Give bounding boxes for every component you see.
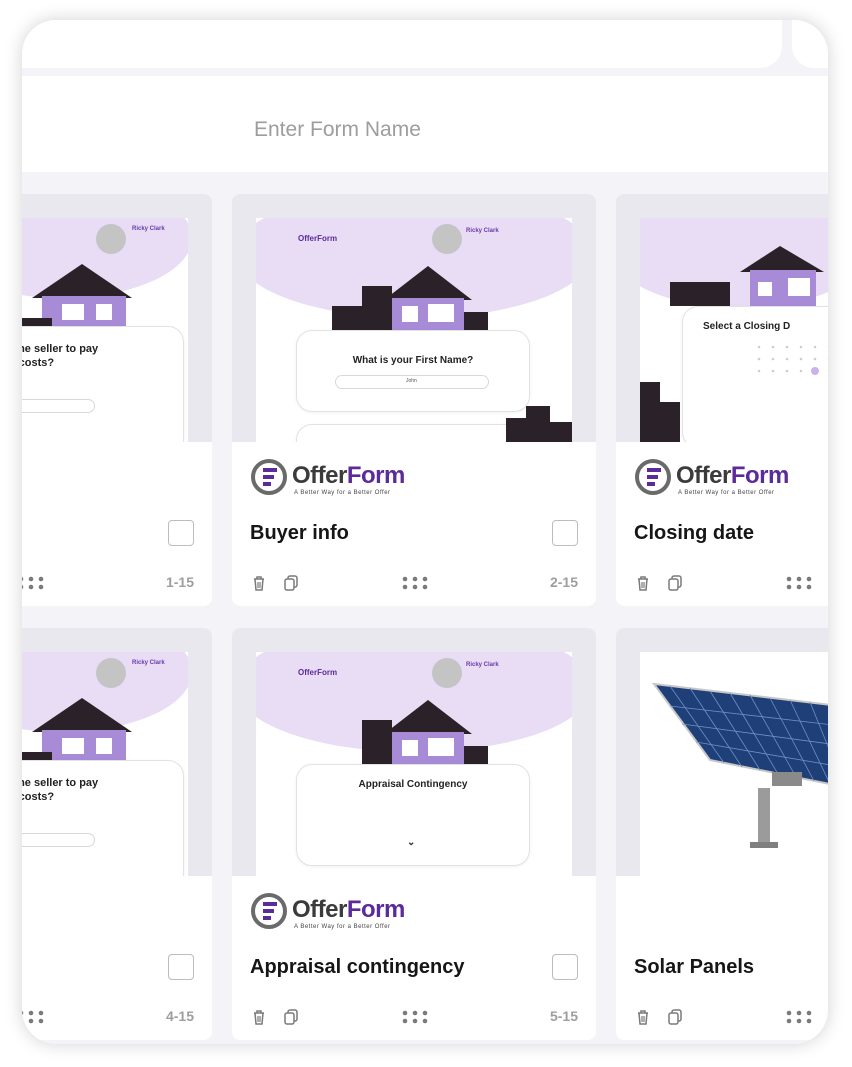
drag-dots-icon[interactable] — [786, 576, 812, 590]
card-title: Buyer info — [250, 522, 349, 544]
preview-question: What is your First Name? — [352, 355, 474, 366]
brand-tagline: A Better Way for a Better Offer — [294, 490, 391, 496]
card-footer: OfferForm A Better Way for a Better Offe… — [232, 442, 596, 606]
trash-icon[interactable] — [634, 1008, 652, 1026]
card-title: Closing date — [634, 522, 755, 544]
card-title: Solar Panels — [634, 956, 755, 978]
form-card[interactable]: OfferForm Ricky Clark Appraisal Continge… — [232, 628, 596, 1040]
brand-tagline: A Better Way for a Better Offer — [678, 490, 775, 496]
house-illustration — [362, 700, 488, 768]
preview-question: Select a Closing D — [703, 321, 791, 332]
copy-icon[interactable] — [282, 1008, 300, 1026]
offerform-mark-icon — [251, 893, 287, 929]
contact-name: Ricky Clark — [132, 226, 165, 232]
form-card-grid: Ricky Clark ask the seller to pay sing c… — [22, 194, 828, 1044]
copy-icon[interactable] — [666, 574, 684, 592]
trash-icon[interactable] — [250, 1008, 268, 1026]
brand-tagline: A Better Way for a Better Offer — [294, 924, 391, 930]
top-bar — [22, 20, 782, 68]
drag-dots-icon[interactable] — [402, 1010, 428, 1024]
card-footer: OfferForm A Better Way for a Better Offe… — [232, 876, 596, 1040]
contact-name: Ricky Clark — [132, 660, 165, 666]
card-preview: Ricky Clark ask the seller to pay sing c… — [22, 218, 188, 442]
card-preview: Select a Closing D ⌄ — [640, 218, 828, 442]
house-illustration — [22, 698, 132, 768]
form-card[interactable]: Ricky Clark ask the seller to pay sing c… — [22, 194, 212, 606]
app-frame: Ricky Clark ask the seller to pay sing c… — [22, 20, 828, 1044]
preview-question-cont: sing costs? — [22, 357, 55, 369]
card-preview: OfferForm Ricky Clark What is your First… — [256, 218, 572, 442]
house-illustration — [22, 264, 132, 334]
page-range: 5-15 — [549, 1008, 578, 1024]
form-card[interactable]: Select a Closing D ⌄ — [616, 194, 828, 606]
offerform-mark-icon — [251, 459, 287, 495]
preview-input-value: John — [406, 378, 417, 384]
offerform-logo: OfferForm A Better Way for a Better Offe… — [634, 458, 828, 498]
card-select-checkbox[interactable] — [168, 520, 194, 546]
form-header — [22, 76, 828, 172]
solar-panel-image — [651, 682, 828, 848]
brand-name-form: Form — [730, 462, 790, 489]
trash-icon[interactable] — [250, 574, 268, 592]
page-range: 1-15 — [165, 574, 194, 590]
preview-question: Appraisal Contingency — [358, 779, 468, 790]
card-actions — [634, 574, 694, 594]
card-footer: Solar Panels — [616, 876, 828, 1040]
card-footer: ss 1-15 — [22, 442, 212, 606]
page-range: 4-15 — [165, 1008, 194, 1024]
preview-question-cont: sing costs? — [22, 791, 55, 803]
house-illustration — [332, 266, 488, 334]
card-preview: Ricky Clark ask the seller to pay sing c… — [22, 652, 188, 876]
chevron-down-icon: ⌄ — [407, 837, 416, 848]
form-name-input[interactable] — [252, 114, 576, 146]
drag-dots-icon[interactable] — [22, 576, 44, 590]
drag-dots-icon[interactable] — [402, 576, 428, 590]
card-footer: 4-15 — [22, 876, 212, 1040]
copy-icon[interactable] — [282, 574, 300, 592]
house-corner-illustration — [506, 406, 572, 442]
contact-name: Ricky Clark — [466, 228, 499, 234]
card-select-checkbox[interactable] — [168, 954, 194, 980]
page-range: 2-15 — [549, 574, 578, 590]
card-select-checkbox[interactable] — [552, 520, 578, 546]
offerform-logo: OfferForm A Better Way for a Better Offe… — [250, 458, 450, 498]
card-preview — [640, 652, 828, 876]
copy-icon[interactable] — [666, 1008, 684, 1026]
card-actions — [250, 574, 310, 594]
card-preview: OfferForm Ricky Clark Appraisal Continge… — [256, 652, 572, 876]
brand-name-form: Form — [346, 462, 406, 489]
offerform-mark-icon — [635, 459, 671, 495]
form-card[interactable]: Solar Panels — [616, 628, 828, 1040]
brand-name-offer: Offer — [292, 896, 347, 923]
brand-name-offer: Offer — [676, 462, 731, 489]
form-card[interactable]: Ricky Clark ask the seller to pay sing c… — [22, 628, 212, 1040]
drag-dots-icon[interactable] — [786, 1010, 812, 1024]
preview-question: ask the seller to pay — [22, 777, 99, 789]
card-title: Appraisal contingency — [250, 956, 465, 978]
card-actions — [634, 1008, 694, 1028]
brand-name-form: Form — [346, 896, 406, 923]
card-footer: OfferForm A Better Way for a Better Offe… — [616, 442, 828, 606]
card-select-checkbox[interactable] — [552, 954, 578, 980]
drag-dots-icon[interactable] — [22, 1010, 44, 1024]
top-bar-right — [792, 20, 828, 68]
contact-name: Ricky Clark — [466, 662, 499, 668]
offerform-logo: OfferForm A Better Way for a Better Offe… — [250, 892, 450, 932]
trash-icon[interactable] — [634, 574, 652, 592]
preview-question: ask the seller to pay — [22, 343, 99, 355]
form-card[interactable]: OfferForm Ricky Clark What is your First… — [232, 194, 596, 606]
calendar-grid — [757, 345, 828, 375]
brand-name-offer: Offer — [292, 462, 347, 489]
card-actions — [250, 1008, 310, 1028]
